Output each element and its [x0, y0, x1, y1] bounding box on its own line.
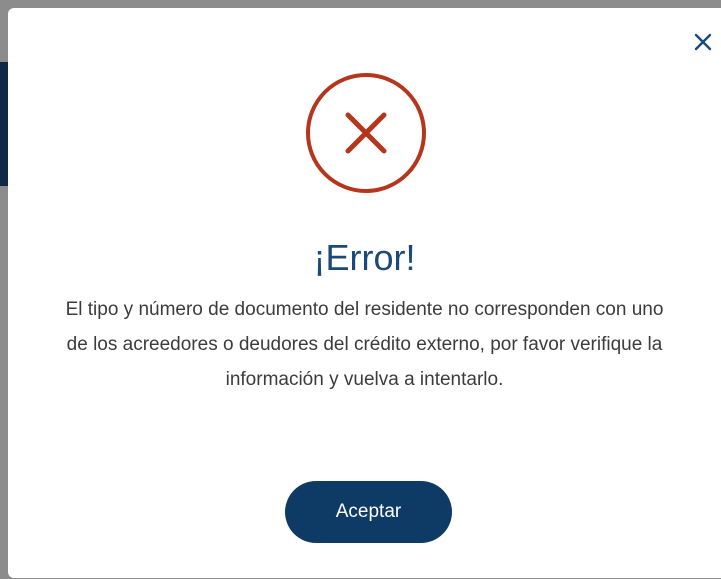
dialog-message: El tipo y número de documento del reside… [65, 299, 664, 390]
accept-button[interactable]: Aceptar [285, 481, 452, 543]
dialog-title: ¡Error! [313, 237, 416, 278]
error-dialog: ¡Error! El tipo y número de documento de… [8, 8, 721, 578]
error-circle-x-icon [306, 73, 426, 193]
close-icon [694, 33, 712, 51]
close-button[interactable] [691, 30, 715, 54]
